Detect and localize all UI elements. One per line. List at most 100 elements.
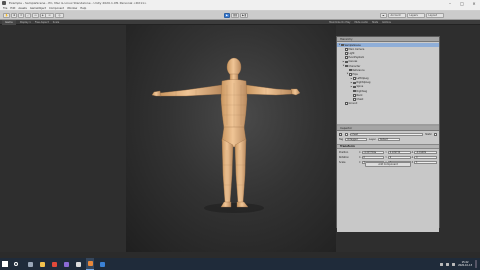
notification-icon[interactable] xyxy=(475,260,477,268)
character-left-leg xyxy=(221,138,234,204)
scale-label: Scale xyxy=(339,161,346,164)
pivot-toggle[interactable]: ⊙ xyxy=(45,13,54,18)
layer-label: Layer xyxy=(369,138,376,141)
gameobject-cube-icon xyxy=(345,102,348,105)
menu-edit[interactable]: Edit xyxy=(10,7,15,10)
hierarchy-item-label: Ground xyxy=(348,102,358,106)
rotation-z-field[interactable]: 0 xyxy=(414,155,438,160)
scale-tool-icon[interactable]: ⤢ xyxy=(25,13,32,18)
mail-icon xyxy=(99,261,105,267)
position-x-field[interactable]: -4.413794e xyxy=(361,150,385,155)
static-checkbox[interactable] xyxy=(434,133,437,136)
start-button[interactable] xyxy=(0,258,10,270)
object-name-field[interactable]: Chest xyxy=(349,132,424,137)
taskbar-app-unity-hub[interactable] xyxy=(74,258,82,270)
hierarchy-item-label: RightUpLeg xyxy=(356,81,371,85)
layers-dropdown[interactable]: Layers xyxy=(406,13,425,18)
rotation-label: Rotation xyxy=(339,156,349,159)
rotation-x-field[interactable]: 0 xyxy=(361,155,385,160)
step-icon[interactable]: ▶❚ xyxy=(240,13,249,18)
add-component-button[interactable]: Add Component xyxy=(365,162,411,167)
position-z-field[interactable]: -0.01499 xyxy=(414,150,438,155)
ground-shadow xyxy=(204,203,264,213)
right-toolbar: ☁ Account Layers Layout xyxy=(380,13,444,18)
rotate-tool-icon[interactable]: ⟳ xyxy=(18,13,25,18)
move-tool-icon[interactable]: ✥ xyxy=(11,13,18,18)
playmode-controls: ▶ ❚❚ ▶❚ xyxy=(224,13,249,18)
game-viewport[interactable] xyxy=(126,25,336,252)
collab-cloud-icon[interactable]: ☁ xyxy=(380,13,387,18)
transform-tools: ✋ ✥ ⟳ ⤢ ▭ ◈ xyxy=(3,13,46,18)
transform-label: Transform xyxy=(340,145,355,148)
play-icon[interactable]: ▶ xyxy=(224,13,230,18)
tag-label: Tag xyxy=(339,138,344,141)
display-dropdown[interactable]: Display 1 xyxy=(20,21,31,24)
search-icon[interactable] xyxy=(14,262,18,266)
taskbar-app-mail[interactable] xyxy=(98,258,106,270)
menu-component[interactable]: Component xyxy=(49,7,64,10)
stats-toggle[interactable]: Stats xyxy=(372,21,378,24)
hierarchy-item-label: LeftUpLeg xyxy=(356,77,369,81)
layout-dropdown[interactable]: Layout xyxy=(425,13,444,18)
taskbar-app-task-view[interactable] xyxy=(26,258,34,270)
tag-layer-row: Tag Untagged Layer Default xyxy=(339,137,437,142)
character-left-hand xyxy=(151,90,162,97)
gameobject-cube-icon xyxy=(339,133,342,136)
taskbar-app-visual-studio[interactable] xyxy=(62,258,70,270)
gizmos-dropdown[interactable]: Gizmos xyxy=(382,21,391,24)
gameobject-cube-icon xyxy=(353,89,356,93)
unity-hub-icon xyxy=(75,261,81,267)
volume-icon[interactable] xyxy=(446,262,450,266)
clock[interactable]: 15:22 2020-10-13 xyxy=(458,261,472,267)
transform-component-header[interactable]: Transform xyxy=(337,144,439,149)
hierarchy-item-label: RightLeg xyxy=(356,89,368,93)
scale-z-field[interactable]: 1 xyxy=(414,160,438,165)
rotation-y-field[interactable]: 0 xyxy=(387,155,411,160)
rect-tool-icon[interactable]: ▭ xyxy=(32,13,39,18)
taskbar-app-chrome[interactable] xyxy=(50,258,58,270)
layer-dropdown[interactable]: Default xyxy=(377,137,400,142)
tab-game[interactable]: Game xyxy=(2,19,16,25)
character-right-hand xyxy=(290,88,301,96)
main-toolbar: ✋ ✥ ⟳ ⤢ ▭ ◈ ⊙ ◎ ▶ ❚❚ ▶❚ ☁ Account Layers… xyxy=(0,11,480,20)
object-header-row: Chest Static xyxy=(339,132,437,137)
global-toggle[interactable]: ◎ xyxy=(55,13,64,18)
gameobject-cube-icon xyxy=(345,48,348,51)
character-model xyxy=(151,57,301,213)
file-explorer-icon xyxy=(39,261,45,267)
gameobject-cube-icon xyxy=(349,73,352,76)
unity-icon xyxy=(87,261,93,266)
viewport-letterbox-left xyxy=(0,25,126,252)
menu-assets[interactable]: Assets xyxy=(18,7,26,10)
maximize-on-play-toggle[interactable]: Maximize On Play xyxy=(329,21,350,24)
hierarchy-item-label: Light xyxy=(348,51,355,55)
menu-file[interactable]: File xyxy=(3,7,7,10)
clock-date: 2020-10-13 xyxy=(458,264,472,267)
static-label: Static xyxy=(425,133,432,136)
hierarchy-item-label: Canvas xyxy=(348,60,358,64)
mute-audio-toggle[interactable]: Mute Audio xyxy=(354,21,368,24)
active-checkbox[interactable] xyxy=(344,133,348,136)
hierarchy-item-label: Hips xyxy=(352,72,358,76)
tag-dropdown[interactable]: Untagged xyxy=(345,137,368,142)
taskbar-apps xyxy=(22,258,106,270)
gameobject-cube-icon xyxy=(341,43,344,47)
hierarchy-item[interactable]: Ground xyxy=(337,102,439,106)
taskbar-app-unity[interactable] xyxy=(86,258,94,270)
scale-slider-label[interactable]: Scale xyxy=(53,21,59,24)
menu-gameobject[interactable]: GameObject xyxy=(30,7,46,10)
pause-icon[interactable]: ❚❚ xyxy=(230,13,240,18)
character-left-arm xyxy=(159,84,223,97)
windows-logo-icon xyxy=(2,261,8,267)
hand-tool-icon[interactable]: ✋ xyxy=(3,13,11,18)
network-icon[interactable] xyxy=(440,262,444,266)
account-dropdown[interactable]: Account xyxy=(387,13,406,18)
hierarchy-item-label: Reference xyxy=(352,68,365,72)
language-icon[interactable] xyxy=(452,262,456,266)
position-y-field[interactable]: 0.109734 xyxy=(387,150,411,155)
floating-editor-panel: Hierarchy ▼ SampleScene Main Camera Light Ev… xyxy=(336,36,440,232)
aspect-dropdown[interactable]: Free Aspect xyxy=(35,21,49,24)
taskbar-app-file-explorer[interactable] xyxy=(38,258,46,270)
menu-window[interactable]: Window xyxy=(67,7,77,10)
menu-help[interactable]: Help xyxy=(80,7,86,10)
